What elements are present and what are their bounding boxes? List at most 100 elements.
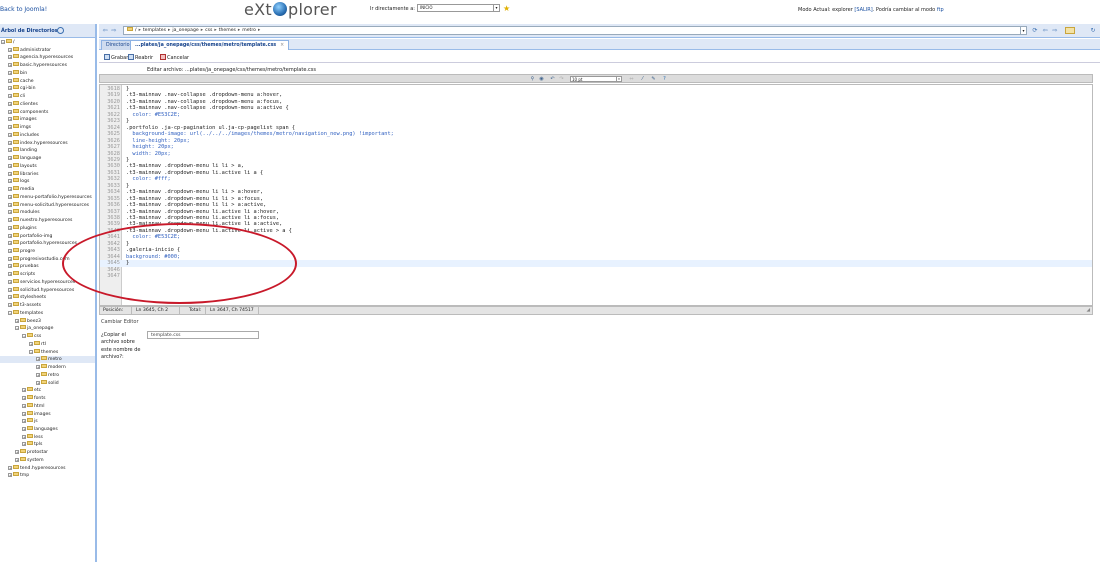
chevron-down-icon[interactable]: ▾ <box>1020 27 1026 35</box>
ftp-mode-link[interactable]: ftp <box>937 7 944 13</box>
breadcrumb[interactable]: / ▸ templates ▸ ja_onepage ▸ css ▸ themes ▸ metro ▸… <box>123 26 1027 35</box>
tree-item[interactable]: + metro <box>0 356 95 364</box>
expand-icon[interactable]: + <box>8 303 12 308</box>
tree-root[interactable]: − / <box>1 39 15 46</box>
reopen-button[interactable]: Reabrir <box>128 54 153 61</box>
search-icon[interactable]: ⚲ <box>529 76 536 82</box>
tree-item[interactable]: + agencia.hyperesources <box>8 54 73 61</box>
expand-icon[interactable]: + <box>8 125 12 130</box>
expand-icon[interactable]: + <box>22 396 26 401</box>
close-icon[interactable]: × <box>280 43 284 48</box>
expand-icon[interactable]: + <box>8 140 12 145</box>
tree-item[interactable]: + plugins <box>8 224 37 232</box>
expand-icon[interactable]: + <box>22 442 26 447</box>
tree-item[interactable]: + logs <box>8 178 29 185</box>
tree-item[interactable]: + portafolio.hyperesources <box>8 240 77 247</box>
expand-icon[interactable]: + <box>8 109 12 114</box>
tree-item[interactable]: + images <box>22 410 51 418</box>
format-icon[interactable]: ⇔ <box>628 76 635 82</box>
highlight-icon[interactable]: ✎ <box>650 76 657 82</box>
tree-item[interactable]: + solicitud.hyperesources <box>8 286 74 294</box>
tree-item[interactable]: + layouts <box>8 162 37 170</box>
expand-icon[interactable]: + <box>15 450 19 455</box>
tree-item[interactable]: + administrator <box>8 46 51 54</box>
tree-item[interactable]: + cache <box>8 77 34 85</box>
breadcrumb-item[interactable]: css <box>205 28 212 33</box>
tree-item[interactable]: + beez3 <box>15 317 41 325</box>
back-to-joomla-link[interactable]: Back to Joomla! <box>0 6 47 13</box>
expand-icon[interactable]: + <box>22 434 26 439</box>
tree-item[interactable]: + index.hyperesources <box>8 139 68 147</box>
help-icon[interactable]: ? <box>661 76 668 82</box>
tree-item[interactable]: + html <box>22 402 44 410</box>
collapse-icon[interactable]: − <box>8 310 12 315</box>
tree-item[interactable]: − themes <box>29 348 58 356</box>
breadcrumb-item[interactable]: ja_onepage <box>172 28 198 33</box>
tree-item[interactable]: + t3-assets <box>8 302 41 309</box>
expand-icon[interactable]: + <box>22 411 26 416</box>
expand-icon[interactable]: + <box>8 218 12 223</box>
tree-item[interactable]: + fonts <box>22 395 46 402</box>
expand-icon[interactable]: + <box>22 419 26 424</box>
expand-icon[interactable]: + <box>8 256 12 261</box>
code-editor[interactable]: 3618} 3619 .t3-mainnav .nav-collapse .drop… <box>99 84 1093 306</box>
forward-arrow-icon[interactable]: ⇨ <box>110 27 118 34</box>
tree-item[interactable]: + includes <box>8 131 39 139</box>
tab-template-css[interactable]: ...plates/ja_onepage/css/themes/metro/te… <box>130 40 290 50</box>
tree-item[interactable]: + stylesheets <box>8 294 46 301</box>
tree-item[interactable]: + portafolio-img <box>8 232 52 240</box>
folder-icon[interactable] <box>1065 27 1075 34</box>
exit-mode-link[interactable]: [SALIR] <box>854 7 872 13</box>
redo-icon[interactable]: ↷ <box>558 76 565 82</box>
tree-item[interactable]: + js <box>22 418 38 425</box>
tree-item[interactable]: + cli <box>8 93 25 100</box>
tree-item[interactable]: − css <box>22 333 41 340</box>
expand-icon[interactable]: + <box>8 179 12 184</box>
tree-item[interactable]: + landing <box>8 147 37 154</box>
tree-item[interactable]: + less <box>22 433 43 441</box>
tree-item[interactable]: + menu-portafolio.hyperesources <box>8 193 92 201</box>
nav-forward-icon[interactable]: ⇨ <box>1051 27 1059 34</box>
breadcrumb-item[interactable]: metro <box>242 28 256 33</box>
expand-icon[interactable]: + <box>8 63 12 68</box>
nav-back-icon[interactable]: ⇦ <box>1041 27 1049 34</box>
refresh-icon[interactable] <box>57 27 64 34</box>
expand-icon[interactable]: + <box>36 365 40 370</box>
expand-icon[interactable]: + <box>8 241 12 246</box>
tree-item[interactable]: + progresivostudio.com <box>8 255 70 263</box>
goto-select[interactable]: INICIO ▾ <box>417 4 500 12</box>
tree-item[interactable]: + nuestro.hyperesources <box>8 217 72 224</box>
expand-icon[interactable]: + <box>8 287 12 292</box>
tree-item[interactable]: + rtl <box>29 340 46 348</box>
tree-item[interactable]: + tend.hyperesources <box>8 464 66 472</box>
expand-icon[interactable]: + <box>8 156 12 161</box>
collapse-icon[interactable]: − <box>1 40 5 44</box>
expand-icon[interactable]: + <box>8 47 12 52</box>
tree-item[interactable]: + language <box>8 155 41 162</box>
expand-icon[interactable]: + <box>8 233 12 238</box>
tree-item[interactable]: + tmp <box>8 472 29 479</box>
breadcrumb-item[interactable]: themes <box>219 28 236 33</box>
expand-icon[interactable]: + <box>22 388 26 393</box>
expand-icon[interactable]: + <box>8 163 12 168</box>
expand-icon[interactable]: + <box>8 295 12 300</box>
font-size-select[interactable]: 10 pt ▾ <box>570 76 622 82</box>
tree-item[interactable]: + clientes <box>8 100 38 108</box>
tree-item[interactable]: + modern <box>36 364 66 371</box>
bookmark-star-icon[interactable]: ★ <box>503 4 510 13</box>
tree-item[interactable]: + media <box>8 186 34 193</box>
filename-input[interactable]: template.css <box>147 331 259 339</box>
reload-icon[interactable]: ↻ <box>1089 27 1097 34</box>
expand-icon[interactable]: + <box>8 70 12 75</box>
wrap-icon[interactable]: ⁄ <box>639 76 646 82</box>
tree-item[interactable]: + components <box>8 108 48 116</box>
go-icon[interactable]: ⟳ <box>1031 27 1039 34</box>
tree-item[interactable]: + retro <box>36 371 59 379</box>
tree-item[interactable]: + system <box>15 456 44 464</box>
replace-icon[interactable]: ◉ <box>538 76 545 82</box>
expand-icon[interactable]: + <box>8 473 12 478</box>
expand-icon[interactable]: + <box>36 372 40 377</box>
tree-item[interactable]: + basic.hyperesources <box>8 62 67 69</box>
save-button[interactable]: Grabar <box>104 54 128 61</box>
breadcrumb-item[interactable]: templates <box>143 28 166 33</box>
